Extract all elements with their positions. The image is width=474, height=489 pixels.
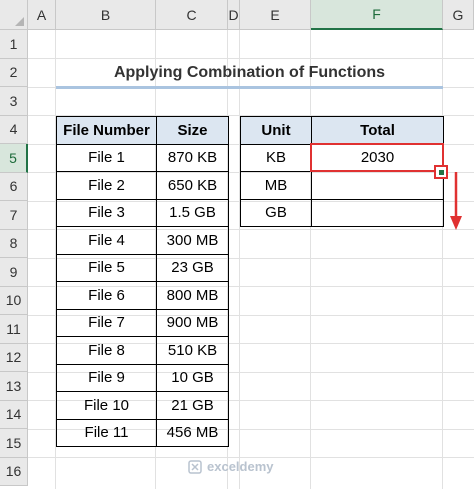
- column-header-f[interactable]: F: [311, 0, 443, 30]
- header-unit[interactable]: Unit: [240, 116, 312, 145]
- size-cell[interactable]: 900 MB: [156, 308, 229, 337]
- table-row: File 3 1.5 GB: [56, 198, 229, 227]
- size-cell[interactable]: 800 MB: [156, 281, 229, 310]
- watermark-brand: exceldemy: [207, 459, 274, 474]
- exceldemy-watermark: exceldemy: [188, 459, 274, 474]
- unit-total-table: Unit Total KB 2030 MB GB: [240, 116, 444, 227]
- row-header-13[interactable]: 13: [0, 372, 28, 401]
- column-header-a[interactable]: A: [28, 0, 56, 30]
- column-header-c[interactable]: C: [156, 0, 228, 30]
- unit-cell[interactable]: GB: [240, 198, 312, 227]
- file-number-cell[interactable]: File 4: [56, 226, 157, 255]
- column-header-b[interactable]: B: [56, 0, 156, 30]
- table-row: File 2 650 KB: [56, 171, 229, 200]
- gridline: [442, 30, 443, 489]
- total-cell[interactable]: 2030: [311, 143, 444, 172]
- table-row: File 5 23 GB: [56, 253, 229, 282]
- column-header-e[interactable]: E: [240, 0, 311, 30]
- row-header-15[interactable]: 15: [0, 429, 28, 458]
- table-row: KB 2030: [240, 143, 444, 172]
- table-row: File 7 900 MB: [56, 308, 229, 337]
- row-header-8[interactable]: 8: [0, 229, 28, 258]
- row-header-1[interactable]: 1: [0, 30, 28, 59]
- table-row: File 10 21 GB: [56, 391, 229, 420]
- gridline: [310, 30, 311, 489]
- table-row: File 4 300 MB: [56, 226, 229, 255]
- header-size[interactable]: Size: [156, 116, 229, 145]
- size-cell[interactable]: 21 GB: [156, 391, 229, 420]
- unit-cell[interactable]: MB: [240, 171, 312, 200]
- unit-cell[interactable]: KB: [240, 143, 312, 172]
- size-cell[interactable]: 510 KB: [156, 336, 229, 365]
- title-underline: [56, 86, 443, 89]
- table-header-row: Unit Total: [240, 116, 444, 145]
- select-all-corner[interactable]: [0, 0, 28, 30]
- file-number-cell[interactable]: File 3: [56, 198, 157, 227]
- size-cell[interactable]: 23 GB: [156, 253, 229, 282]
- row-header-12[interactable]: 12: [0, 343, 28, 372]
- table-row: MB: [240, 171, 444, 200]
- exceldemy-logo-icon: [188, 459, 202, 474]
- size-cell[interactable]: 870 KB: [156, 143, 229, 172]
- table-row: File 11 456 MB: [56, 418, 229, 447]
- table-row: File 8 510 KB: [56, 336, 229, 365]
- file-number-cell[interactable]: File 2: [56, 171, 157, 200]
- row-header-9[interactable]: 9: [0, 258, 28, 287]
- size-cell[interactable]: 650 KB: [156, 171, 229, 200]
- size-cell[interactable]: 456 MB: [156, 418, 229, 447]
- row-header-16[interactable]: 16: [0, 457, 28, 486]
- total-cell[interactable]: [311, 171, 444, 200]
- header-file-number[interactable]: File Number: [56, 116, 157, 145]
- row-header-5[interactable]: 5: [0, 144, 28, 173]
- row-header-14[interactable]: 14: [0, 400, 28, 429]
- row-header-2[interactable]: 2: [0, 58, 28, 87]
- column-header-g[interactable]: G: [443, 0, 474, 30]
- row-header-7[interactable]: 7: [0, 201, 28, 230]
- table-row: File 6 800 MB: [56, 281, 229, 310]
- table-header-row: File Number Size: [56, 116, 229, 145]
- file-number-cell[interactable]: File 11: [56, 418, 157, 447]
- drag-down-arrow-icon: [450, 172, 462, 230]
- spreadsheet: A B C D E F G 1 2 3 4 5 6 7 8 9 10 11 12…: [0, 0, 474, 489]
- file-number-cell[interactable]: File 10: [56, 391, 157, 420]
- file-number-cell[interactable]: File 8: [56, 336, 157, 365]
- row-header-3[interactable]: 3: [0, 87, 28, 116]
- file-number-cell[interactable]: File 1: [56, 143, 157, 172]
- row-header-10[interactable]: 10: [0, 286, 28, 315]
- row-header-4[interactable]: 4: [0, 115, 28, 144]
- file-number-cell[interactable]: File 5: [56, 253, 157, 282]
- row-header-11[interactable]: 11: [0, 315, 28, 344]
- column-header-d[interactable]: D: [228, 0, 240, 30]
- size-cell[interactable]: 1.5 GB: [156, 198, 229, 227]
- select-all-triangle-icon: [15, 17, 24, 26]
- table-row: File 1 870 KB: [56, 143, 229, 172]
- file-size-table: File Number Size File 1 870 KB File 2 650 …: [56, 116, 229, 447]
- gridline: [239, 30, 240, 489]
- table-row: GB: [240, 198, 444, 227]
- total-cell[interactable]: [311, 198, 444, 227]
- table-row: File 9 10 GB: [56, 363, 229, 392]
- row-header-6[interactable]: 6: [0, 172, 28, 201]
- sheet-title[interactable]: Applying Combination of Functions: [56, 59, 443, 87]
- file-number-cell[interactable]: File 7: [56, 308, 157, 337]
- header-total[interactable]: Total: [311, 116, 444, 145]
- file-number-cell[interactable]: File 9: [56, 363, 157, 392]
- size-cell[interactable]: 10 GB: [156, 363, 229, 392]
- gridline: [28, 457, 474, 458]
- size-cell[interactable]: 300 MB: [156, 226, 229, 255]
- file-number-cell[interactable]: File 6: [56, 281, 157, 310]
- fill-handle[interactable]: [434, 165, 448, 179]
